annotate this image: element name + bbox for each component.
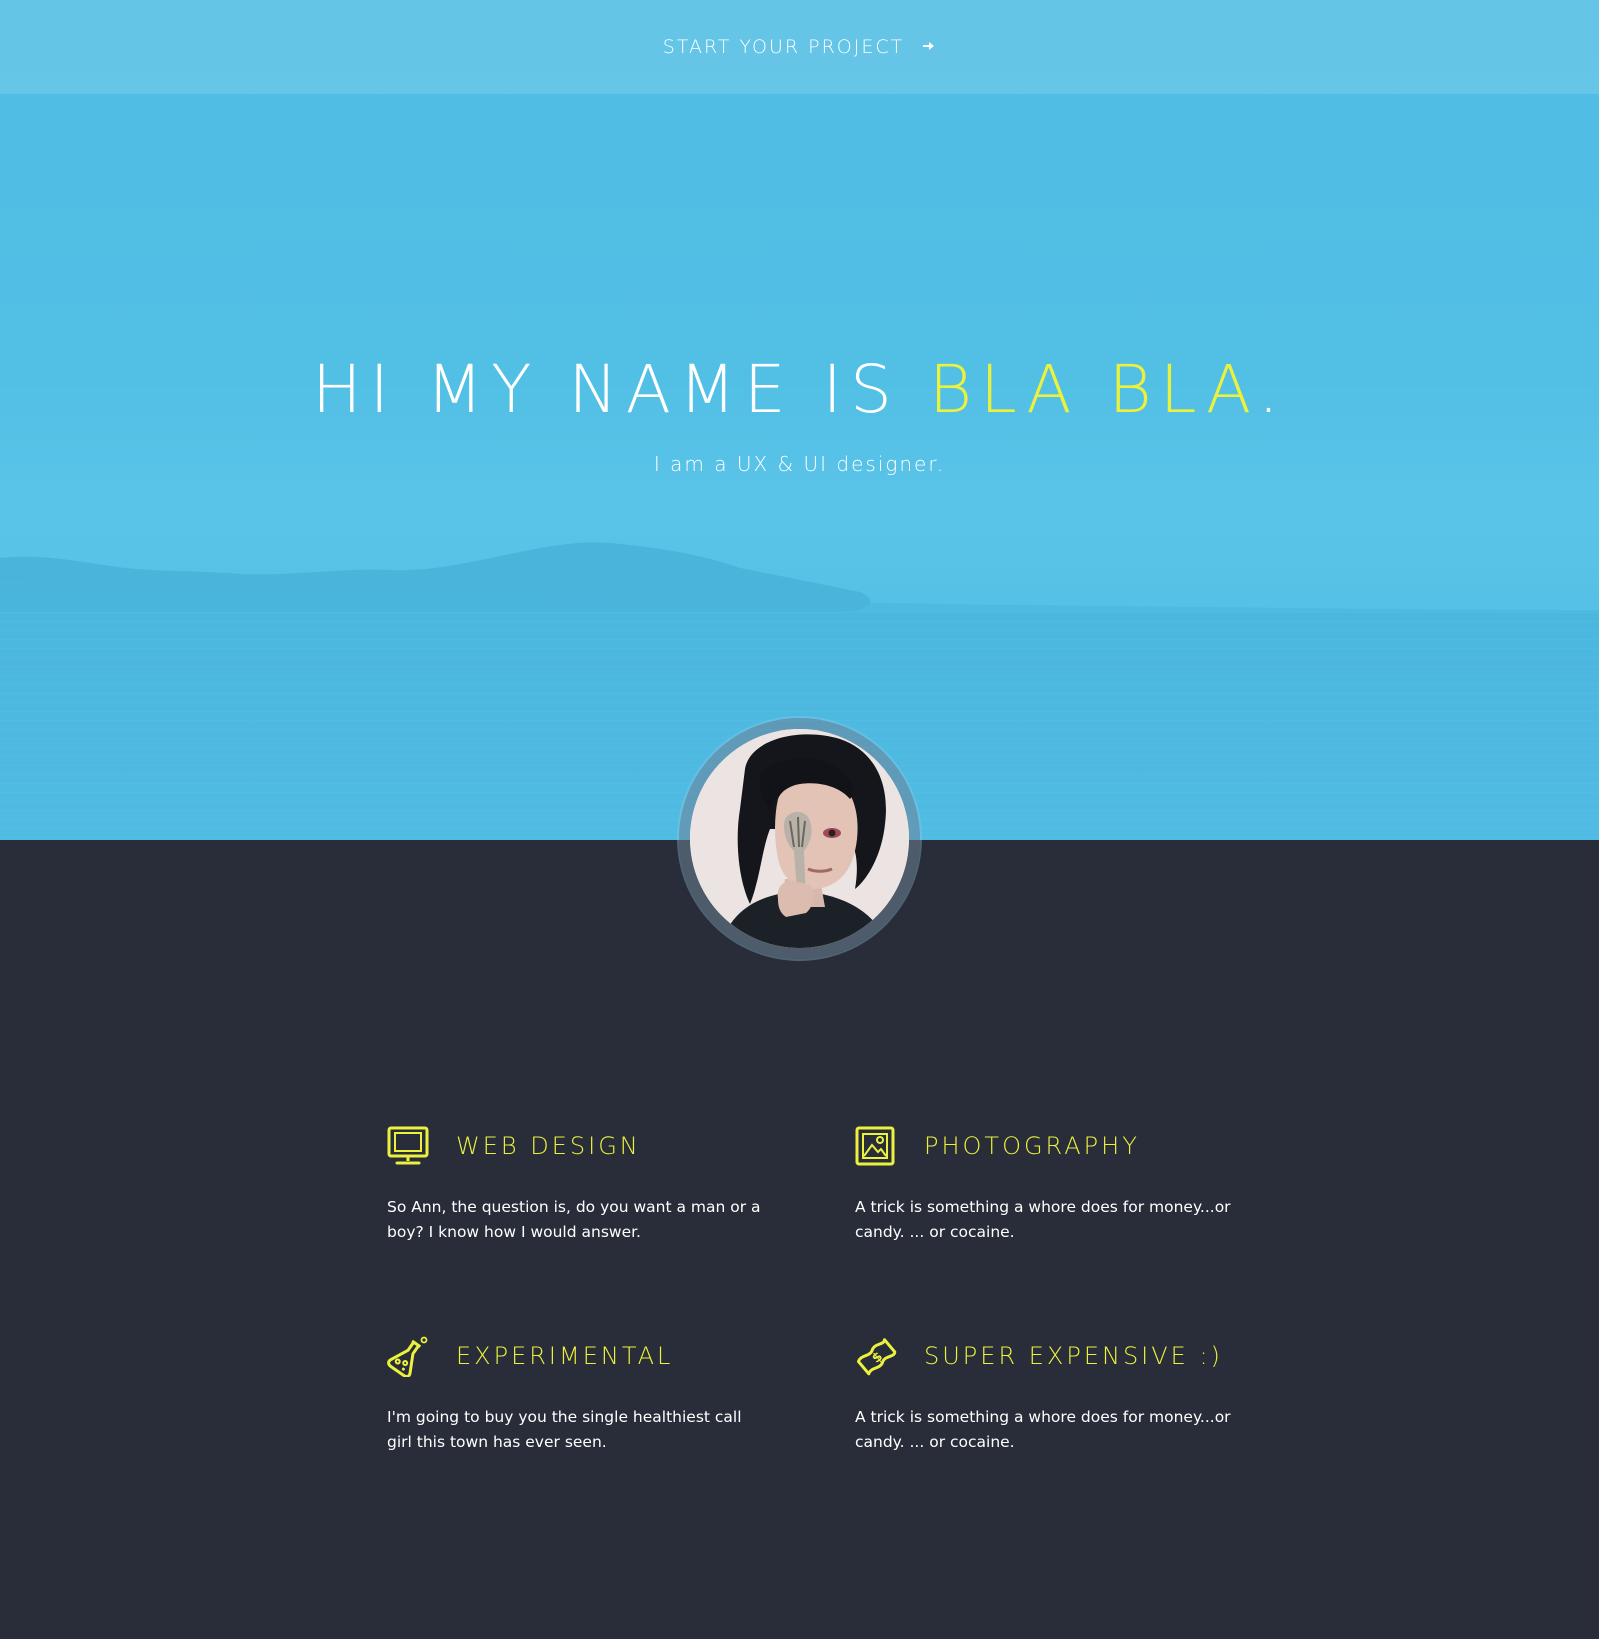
arrow-right-icon [922,38,936,56]
hero-subtitle: I am a UX & UI designer. [653,452,946,476]
service-text: I'm going to buy you the single healthie… [387,1408,742,1451]
hero-section: START YOUR PROJECT HI MY NAME IS BLA BLA… [0,0,1599,840]
service-text: So Ann, the question is, do you want a m… [387,1198,761,1241]
service-photography: PHOTOGRAPHY A trick is something a whore… [855,1125,1255,1245]
service-title: SUPER EXPENSIVE :) [924,1342,1223,1370]
hero-title: HI MY NAME IS BLA BLA. [0,345,1599,435]
service-title: WEB DESIGN [456,1132,641,1160]
service-web-design: WEB DESIGN So Ann, the question is, do y… [387,1125,787,1245]
avatar [690,729,909,948]
image-icon [855,1125,897,1167]
avatar-portrait [690,729,909,948]
start-project-label: START YOUR PROJECT [662,36,905,58]
hero-title-main: HI MY NAME IS [312,351,929,428]
start-project-button[interactable]: START YOUR PROJECT [663,36,936,58]
service-text: A trick is something a whore does for mo… [855,1198,1231,1241]
hero-title-end: . [1257,351,1287,428]
monitor-icon [387,1125,429,1167]
service-super-expensive: $ SUPER EXPENSIVE :) A trick is somethin… [855,1335,1255,1455]
hero-title-accent: BLA BLA [928,351,1258,428]
service-experimental: EXPERIMENTAL I'm going to buy you the si… [387,1335,787,1455]
flask-icon [387,1335,429,1377]
service-title: PHOTOGRAPHY [924,1132,1140,1160]
money-icon: $ [855,1335,897,1377]
top-bar: START YOUR PROJECT [0,0,1599,94]
service-title: EXPERIMENTAL [456,1342,674,1370]
service-text: A trick is something a whore does for mo… [855,1408,1231,1451]
